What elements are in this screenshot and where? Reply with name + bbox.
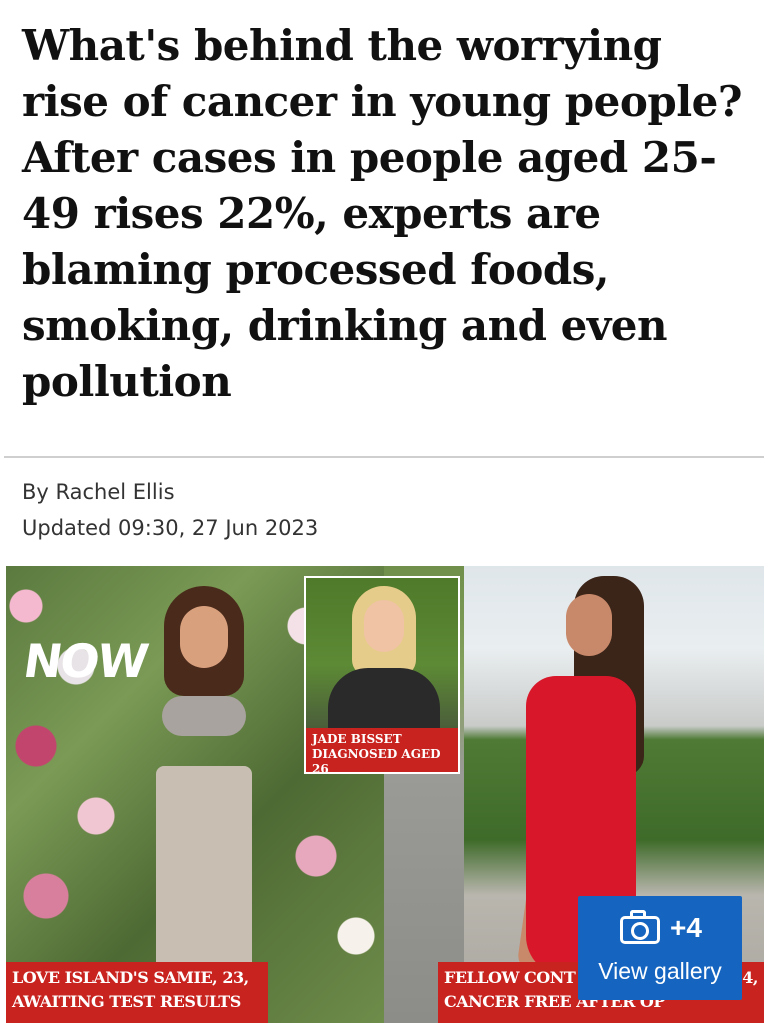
gallery-count: +4 [670, 912, 702, 943]
inset-caption-line1: JADE BISSET [312, 732, 402, 746]
caption-left-line2: AWAITING TEST RESULTS [12, 992, 241, 1011]
view-gallery-button[interactable]: +4 View gallery [578, 896, 742, 1000]
updated-timestamp: Updated 09:30, 27 Jun 2023 [22, 516, 319, 540]
divider [4, 456, 764, 458]
caption-right-line1: FELLOW CONT [444, 968, 576, 987]
caption-left-line1: LOVE ISLAND'S SAMIE, 23, [12, 968, 249, 987]
now-logo: NOW [20, 634, 151, 688]
camera-icon [618, 910, 662, 946]
gallery-label: View gallery [598, 958, 722, 984]
person-left-figure [136, 586, 266, 986]
author-byline[interactable]: By Rachel Ellis [22, 480, 175, 504]
article-headline: What's behind the worrying rise of cance… [22, 21, 743, 406]
inset-caption-line2: DIAGNOSED AGED 26 [312, 747, 441, 774]
caption-left: LOVE ISLAND'S SAMIE, 23, AWAITING TEST R… [6, 962, 268, 1023]
caption-right-line1-end: 4, [742, 968, 758, 987]
inset-caption: JADE BISSET DIAGNOSED AGED 26 [306, 728, 458, 772]
inset-photo: JADE BISSET DIAGNOSED AGED 26 [304, 576, 460, 774]
